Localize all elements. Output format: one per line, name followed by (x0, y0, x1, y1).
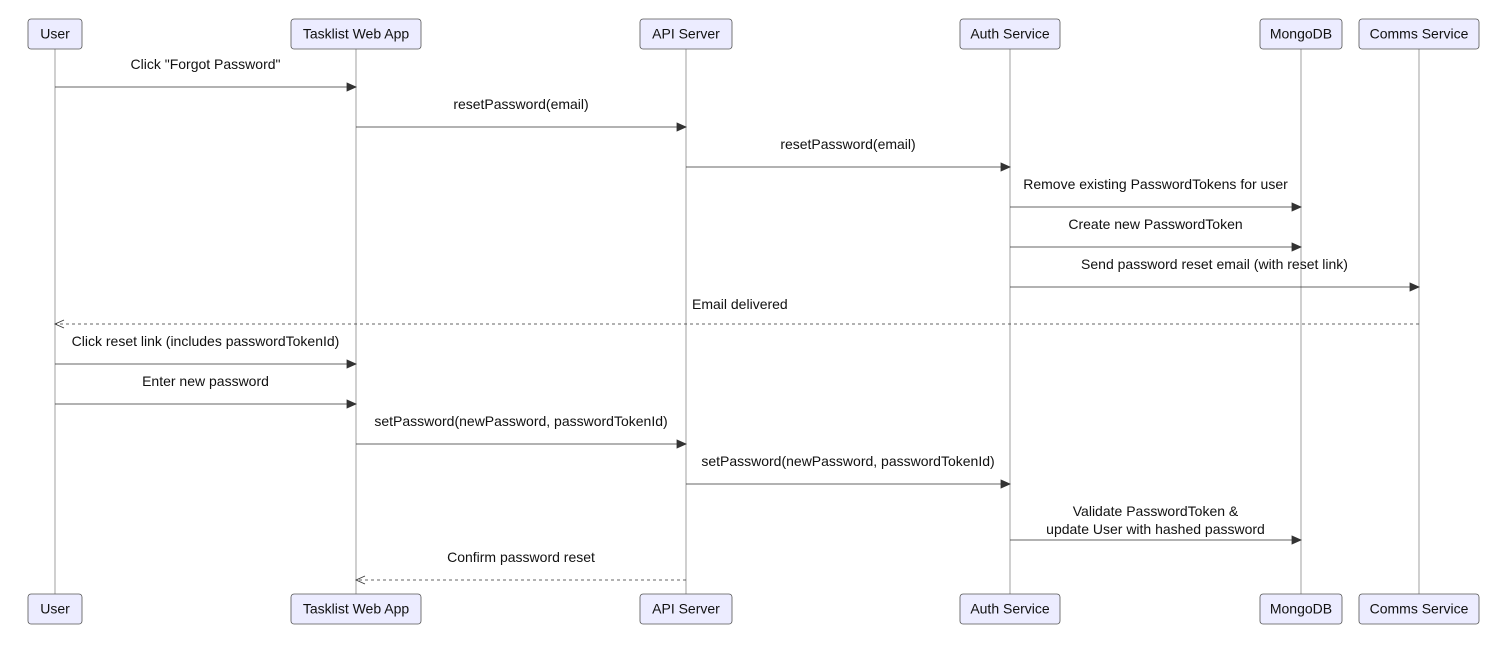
message-0-label: Click "Forgot Password" (131, 56, 281, 72)
message-8-arrowhead (347, 400, 356, 408)
message-4-arrowhead (1292, 243, 1301, 251)
participant-mongo-top-label: MongoDB (1270, 26, 1332, 42)
message-10-label: setPassword(newPassword, passwordTokenId… (701, 453, 994, 469)
message-7-label: Click reset link (includes passwordToken… (72, 333, 340, 349)
message-9-label: setPassword(newPassword, passwordTokenId… (374, 413, 667, 429)
message-1-label: resetPassword(email) (453, 96, 588, 112)
participant-user-bottom-label: User (40, 601, 70, 617)
message-4-label: Create new PasswordToken (1068, 216, 1242, 232)
message-1-arrowhead (677, 123, 686, 131)
message-7-arrowhead (347, 360, 356, 368)
message-12-label: Confirm password reset (447, 549, 595, 565)
sequence-diagram: User Tasklist Web App API Server Auth Servi… (0, 0, 1500, 643)
message-5-arrowhead (1410, 283, 1419, 291)
message-11-label-line-1: update User with hashed password (1046, 521, 1265, 537)
message-0-arrowhead (347, 83, 356, 91)
message-11-label-line-0: Validate PasswordToken & (1073, 503, 1239, 519)
message-8-label: Enter new password (142, 373, 269, 389)
message-2-label: resetPassword(email) (780, 136, 915, 152)
participant-api-bottom-label: API Server (652, 601, 720, 617)
message-10-arrowhead (1001, 480, 1010, 488)
participant-web-top-label: Tasklist Web App (303, 26, 410, 42)
participant-comms-top-label: Comms Service (1370, 26, 1469, 42)
participant-mongo-bottom-label: MongoDB (1270, 601, 1332, 617)
participant-web-bottom-label: Tasklist Web App (303, 601, 410, 617)
participant-comms-bottom-label: Comms Service (1370, 601, 1469, 617)
message-6-label: Email delivered (692, 296, 788, 312)
message-9-arrowhead (677, 440, 686, 448)
participant-api-top-label: API Server (652, 26, 720, 42)
message-11-arrowhead (1292, 536, 1301, 544)
message-3-label: Remove existing PasswordTokens for user (1023, 176, 1288, 192)
message-5-label: Send password reset email (with reset li… (1081, 256, 1348, 272)
message-2-arrowhead (1001, 163, 1010, 171)
participant-auth-top-label: Auth Service (970, 26, 1050, 42)
message-3-arrowhead (1292, 203, 1301, 211)
participant-auth-bottom-label: Auth Service (970, 601, 1050, 617)
participant-user-top-label: User (40, 26, 70, 42)
